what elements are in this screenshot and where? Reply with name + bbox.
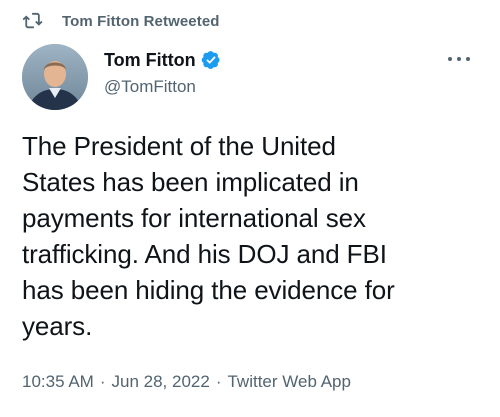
retweet-label: Tom Fitton Retweeted — [62, 12, 220, 30]
more-options-icon[interactable] — [448, 54, 470, 64]
tweet-date[interactable]: Jun 28, 2022 — [112, 372, 210, 392]
tweet-meta: 10:35 AM · Jun 28, 2022 · Twitter Web Ap… — [22, 372, 351, 392]
verified-badge-icon — [201, 50, 221, 70]
tweet-text: The President of the United States has b… — [22, 131, 395, 341]
retweet-context[interactable]: Tom Fitton Retweeted — [22, 10, 220, 32]
tweet-card[interactable]: Tom Fitton Retweeted Tom Fitton @TomFitt… — [0, 0, 500, 417]
meta-separator: · — [215, 372, 222, 391]
user-handle[interactable]: @TomFitton — [104, 77, 221, 97]
tweet-source[interactable]: Twitter Web App — [227, 372, 350, 392]
avatar[interactable] — [22, 44, 88, 110]
author-block[interactable]: Tom Fitton @TomFitton — [104, 47, 221, 97]
retweet-icon — [22, 11, 46, 31]
tweet-time[interactable]: 10:35 AM — [22, 372, 94, 392]
display-name[interactable]: Tom Fitton — [104, 50, 196, 71]
meta-separator: · — [99, 372, 106, 391]
